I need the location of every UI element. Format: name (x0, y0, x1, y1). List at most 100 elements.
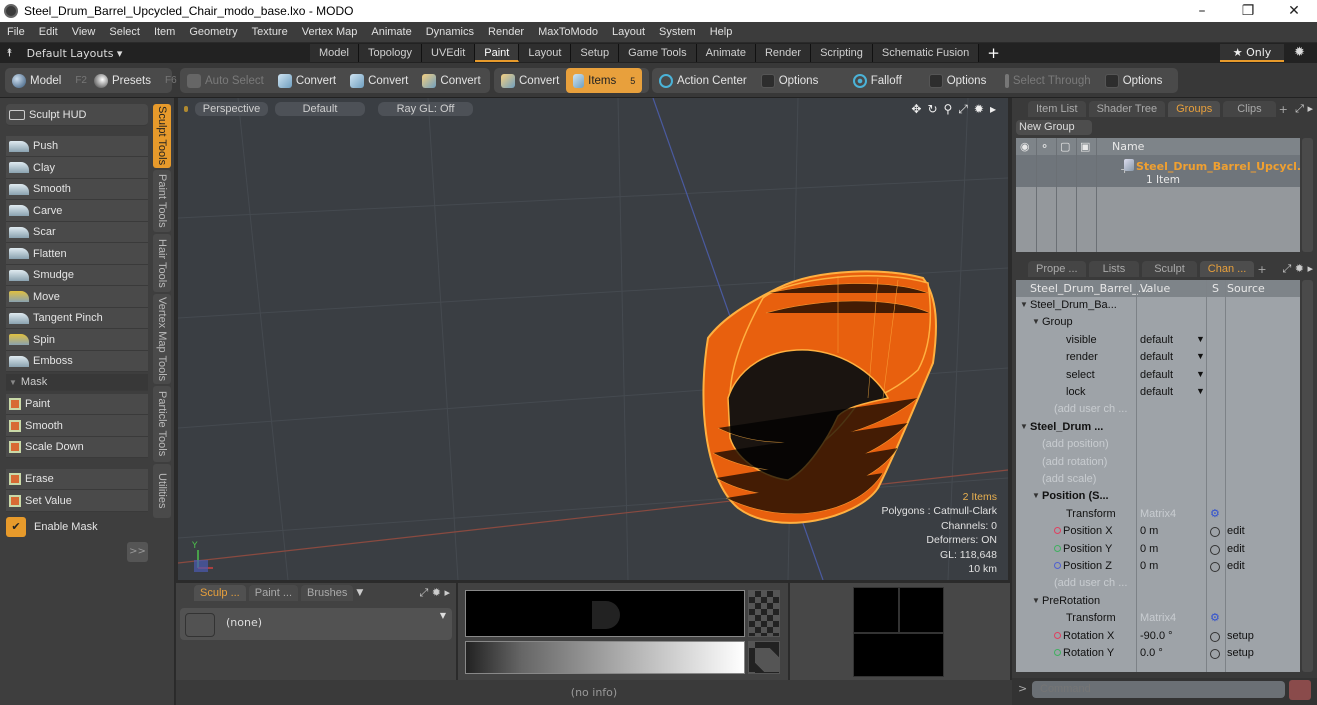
gear-icon[interactable]: ⚙ (1210, 507, 1220, 520)
tool-spin[interactable]: Spin (6, 329, 148, 351)
tool-carve[interactable]: Carve (6, 200, 148, 222)
menu-geometry[interactable]: Geometry (182, 26, 244, 38)
channel-row[interactable]: Transform Matrix4 ⚙ (1016, 507, 1300, 524)
model-button[interactable]: Model F2 (5, 68, 94, 93)
menu-file[interactable]: File (0, 26, 32, 38)
menu-view[interactable]: View (65, 26, 103, 38)
add-tab-icon[interactable]: + (1257, 263, 1266, 276)
channel-row[interactable]: (add rotation) (1016, 455, 1300, 472)
menu-texture[interactable]: Texture (245, 26, 295, 38)
tab-paint[interactable]: Paint (475, 44, 520, 62)
auto-select-button[interactable]: Auto Select (180, 68, 271, 93)
tab-lists[interactable]: Lists (1088, 261, 1140, 277)
radio-button[interactable] (1210, 649, 1220, 662)
menu-edit[interactable]: Edit (32, 26, 65, 38)
convert-polygons-button[interactable]: Convert (415, 68, 487, 93)
tab-game-tools[interactable]: Game Tools (619, 44, 697, 62)
channel-row[interactable]: (add position) (1016, 437, 1300, 454)
tab-render[interactable]: Render (755, 44, 812, 62)
menu-item[interactable]: Item (147, 26, 182, 38)
presets-button[interactable]: Presets F6 (94, 68, 184, 93)
channel-row[interactable]: Position Z 0 m edit (1016, 559, 1300, 576)
tool-flatten[interactable]: Flatten (6, 243, 148, 265)
select-through-button[interactable]: Select Through (998, 68, 1098, 93)
tab-paint-brushes[interactable]: Paint ... (248, 585, 299, 601)
minimize-button[interactable]: – (1179, 0, 1225, 22)
menu-animate[interactable]: Animate (364, 26, 418, 38)
expand-triangle-icon[interactable]: ▼ (1020, 422, 1028, 431)
chevron-down-icon[interactable]: ▼ (1196, 334, 1205, 344)
vtab-particle-tools[interactable]: Particle Tools (153, 386, 171, 462)
tool-tangent-pinch[interactable]: Tangent Pinch (6, 308, 148, 329)
expand-triangle-icon[interactable]: ▼ (1032, 317, 1040, 326)
items-mode-button[interactable]: Items 5 (566, 68, 643, 93)
expand-triangle-icon[interactable]: ▼ (1020, 300, 1028, 309)
menu-layout[interactable]: Layout (605, 26, 652, 38)
gear-icon[interactable]: ✹ (1294, 43, 1310, 63)
channel-row[interactable]: Position X 0 m edit (1016, 524, 1300, 541)
channel-row[interactable]: Group ▼ (1016, 315, 1300, 332)
falloff-button[interactable]: Falloff (846, 68, 922, 93)
sculpt-hud-button[interactable]: Sculpt HUD (6, 104, 148, 126)
action-center-button[interactable]: Action Center (652, 68, 754, 93)
vtab-utilities[interactable]: Utilities (153, 464, 171, 518)
channel-row[interactable]: (add user ch ... (1016, 576, 1300, 593)
groups-scrollbar[interactable] (1302, 138, 1313, 252)
radio-button[interactable] (1210, 562, 1220, 575)
maximize-icon[interactable]: ⤢ (958, 102, 968, 117)
radio-button[interactable] (1210, 544, 1220, 558)
tool-scar[interactable]: Scar (6, 222, 148, 243)
command-input[interactable] (1032, 681, 1285, 698)
menu-dynamics[interactable]: Dynamics (419, 26, 481, 38)
channel-value[interactable]: default (1140, 386, 1173, 398)
mask-smooth-button[interactable]: Smooth (6, 415, 148, 437)
radio-button[interactable] (1210, 527, 1220, 540)
convert-items-button[interactable]: Convert (494, 68, 566, 93)
eye-icon[interactable]: ◉ (1020, 140, 1030, 153)
select-through-options-button[interactable]: Options (1098, 68, 1170, 93)
chevron-down-icon[interactable]: ▼ (1196, 351, 1205, 361)
channel-row[interactable]: render default ▼ (1016, 350, 1300, 367)
s-header[interactable]: S (1212, 282, 1219, 295)
menu-select[interactable]: Select (102, 26, 147, 38)
value-header[interactable]: Value (1140, 282, 1170, 295)
channel-value[interactable]: default (1140, 351, 1173, 363)
channel-row[interactable]: Transform Matrix4 ⚙ (1016, 611, 1300, 628)
menu-render[interactable]: Render (481, 26, 531, 38)
gear-icon[interactable]: ✹ (974, 102, 984, 117)
channel-row[interactable]: Rotation Y 0.0 ° setup (1016, 646, 1300, 663)
default-layouts-dropdown[interactable]: Default Layouts ▾ (27, 47, 123, 60)
convert-edges-button[interactable]: Convert (343, 68, 415, 93)
record-macro-button[interactable] (1289, 680, 1311, 700)
shading-dropdown[interactable]: Default (275, 102, 365, 116)
mask-set-value-button[interactable]: Set Value (6, 490, 148, 512)
chevron-down-icon[interactable]: ▼ (1196, 369, 1205, 379)
only-toggle[interactable]: ★ Only (1220, 44, 1284, 62)
mask-scale-down-button[interactable]: Scale Down (6, 437, 148, 458)
raygl-toggle[interactable]: Ray GL: Off (378, 102, 473, 116)
channel-name-header[interactable]: Steel_Drum_Barrel_... (1030, 282, 1148, 295)
mask-erase-button[interactable]: Erase (6, 469, 148, 490)
viewport-menu-icon[interactable] (184, 106, 188, 112)
channel-row[interactable]: Steel_Drum_Ba... ▼ (1016, 298, 1300, 315)
layout-cell-2[interactable] (899, 587, 944, 633)
gear-icon[interactable]: ⚙ (1210, 611, 1220, 624)
mask-section-header[interactable]: ▼ Mask (6, 374, 148, 391)
arrow-right-icon[interactable]: ▸ (990, 102, 996, 117)
tab-setup[interactable]: Setup (571, 44, 620, 62)
tool-push[interactable]: Push (6, 136, 148, 157)
tab-schematic-fusion[interactable]: Schematic Fusion (872, 44, 980, 62)
rotate-icon[interactable]: ↻ (927, 102, 937, 117)
tab-sculpt[interactable]: Sculpt (1142, 261, 1197, 277)
channel-row[interactable]: lock default ▼ (1016, 385, 1300, 402)
expand-triangle-icon[interactable]: ▼ (1032, 491, 1040, 500)
layout-cell-1[interactable] (853, 587, 899, 633)
channel-row[interactable]: Position Y 0 m edit (1016, 542, 1300, 559)
tool-emboss[interactable]: Emboss (6, 351, 148, 372)
tab-animate[interactable]: Animate (696, 44, 756, 62)
panel-options-icons[interactable]: ⤢ ✹ ▸ (419, 586, 450, 600)
3d-viewport[interactable]: Perspective Default Ray GL: Off ✥ ↻ ⚲ ⤢ … (178, 98, 1008, 580)
menu-vertex-map[interactable]: Vertex Map (295, 26, 365, 38)
channel-value[interactable]: default (1140, 334, 1173, 346)
vtab-hair-tools[interactable]: Hair Tools (153, 234, 171, 292)
